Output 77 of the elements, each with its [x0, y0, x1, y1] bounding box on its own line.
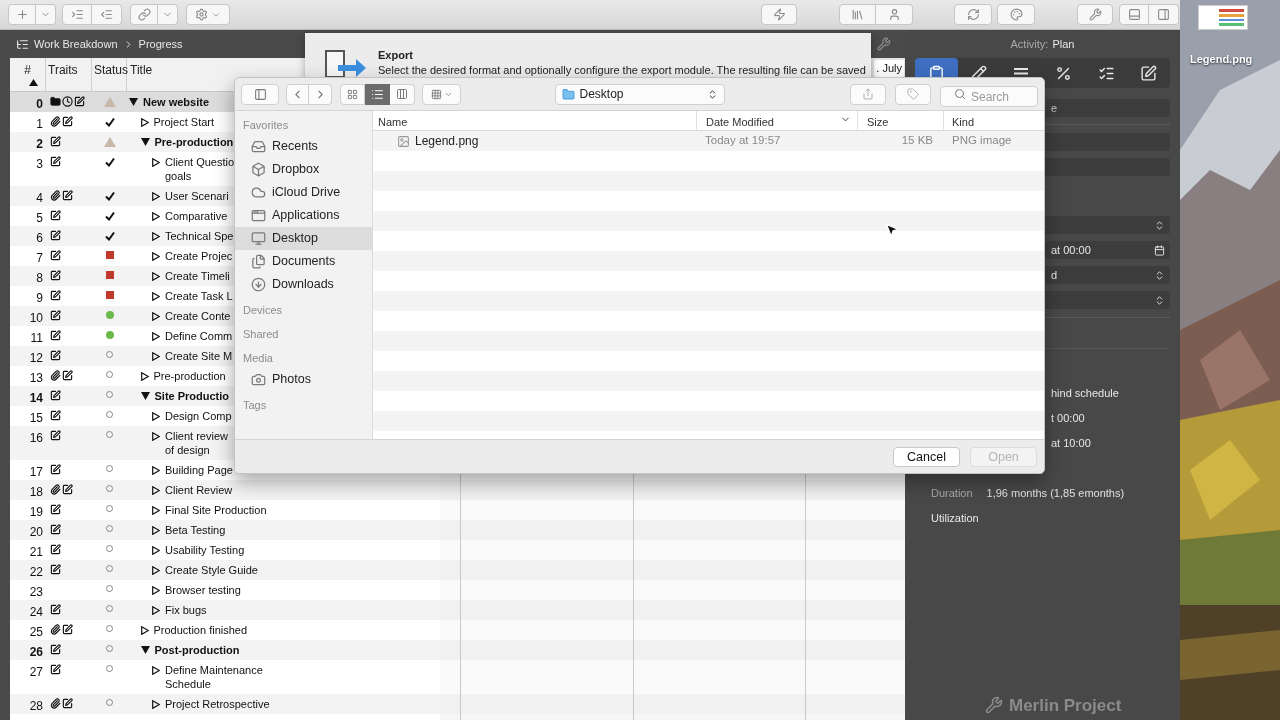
row-number: 17: [29, 464, 43, 480]
file-kind: PNG image: [951, 133, 1013, 149]
row-number: 12: [29, 350, 43, 366]
task-title: Building Page: [165, 463, 233, 477]
task-title: Site Productio: [154, 389, 230, 403]
row-number: 8: [36, 270, 43, 286]
row-number: 7: [36, 250, 43, 266]
detail-label: Duration: [931, 486, 973, 501]
task-title: Pre-production: [154, 135, 234, 149]
row-number: 27: [29, 664, 43, 681]
activity-label: Activity:: [1010, 36, 1049, 52]
task-title: Project Start: [153, 115, 215, 129]
task-title: Technical Spe: [165, 229, 234, 243]
row-number: 26: [29, 644, 43, 660]
month-label: . July: [874, 60, 904, 77]
app-branding: Merlin Project: [1009, 694, 1122, 717]
task-title: Comparative: [165, 209, 228, 223]
sheet-description: Select the desired format and optionally configure the export module. The resulting file can be saved: [378, 63, 866, 77]
sidebar-section-title: Favorites: [242, 118, 290, 133]
row-number: 10: [29, 310, 43, 326]
task-title: Create Projec: [165, 249, 233, 263]
task-title: Production finished: [153, 623, 248, 637]
task-title: Create Style Guide: [165, 563, 258, 577]
sidebar-section-title: Media: [242, 351, 274, 366]
row-number: 19: [29, 504, 43, 520]
row-number: 23: [29, 584, 43, 600]
task-title: Client Review: [165, 483, 233, 497]
row-number: 25: [29, 624, 43, 640]
task-title: Project Retrospective: [165, 697, 270, 711]
task-title: User Scenari: [165, 189, 229, 203]
row-number: 1: [36, 116, 43, 132]
task-title: Create Timeli: [165, 269, 230, 283]
row-number: 24: [29, 604, 43, 620]
file-size: 15 KB: [900, 133, 934, 149]
row-number: 6: [36, 230, 43, 246]
row-number: 20: [29, 524, 43, 540]
row-number: 21: [29, 544, 43, 560]
task-title: Pre-production: [153, 369, 226, 383]
sidebar-section-title: Devices: [242, 303, 284, 318]
task-title: Define Maintenance Schedule: [165, 663, 263, 691]
task-title: Post-production: [154, 643, 240, 657]
task-title: Client Questio goals: [165, 155, 235, 183]
row-number: 28: [29, 698, 43, 714]
row-number: 0: [36, 96, 43, 112]
row-number: 14: [29, 390, 43, 406]
row-number: 2: [36, 136, 43, 152]
row-number: 15: [29, 410, 43, 426]
task-title: New website: [143, 95, 210, 109]
row-number: 9: [36, 290, 43, 306]
task-title: Define Comm: [165, 329, 233, 343]
detail-value: 1,96 months (1,85 emonths): [986, 486, 1125, 501]
row-number: 3: [36, 156, 43, 173]
task-title: Fix bugs: [165, 603, 207, 617]
sheet-title: Export: [378, 48, 414, 63]
detail-label: Utilization: [931, 511, 979, 526]
sidebar-section-title: Shared: [242, 327, 280, 342]
task-title: Final Site Production: [165, 503, 267, 517]
row-number: 11: [30, 330, 43, 346]
row-number: 16: [29, 430, 43, 447]
detail-value: at 10:00: [1051, 436, 1092, 451]
row-number: 18: [29, 484, 43, 500]
file-date: Today at 19:57: [704, 133, 782, 149]
task-title: Beta Testing: [165, 523, 226, 537]
task-title: Create Conte: [165, 309, 231, 323]
task-title: Client review of design: [165, 429, 228, 457]
task-title: Create Site M: [165, 349, 233, 363]
row-number: 4: [36, 190, 43, 206]
activity-value: Plan: [1052, 36, 1075, 52]
row-number: 5: [36, 210, 43, 226]
detail-value: t 00:00: [1051, 411, 1086, 426]
row-number: 22: [29, 564, 43, 580]
detail-value: hind schedule: [1051, 386, 1120, 401]
row-number: 13: [29, 370, 43, 386]
task-title: Design Comp: [165, 409, 232, 423]
task-title: Create Task L: [165, 289, 233, 303]
task-title: Browser testing: [165, 583, 241, 597]
task-title: Usability Testing: [165, 543, 245, 557]
